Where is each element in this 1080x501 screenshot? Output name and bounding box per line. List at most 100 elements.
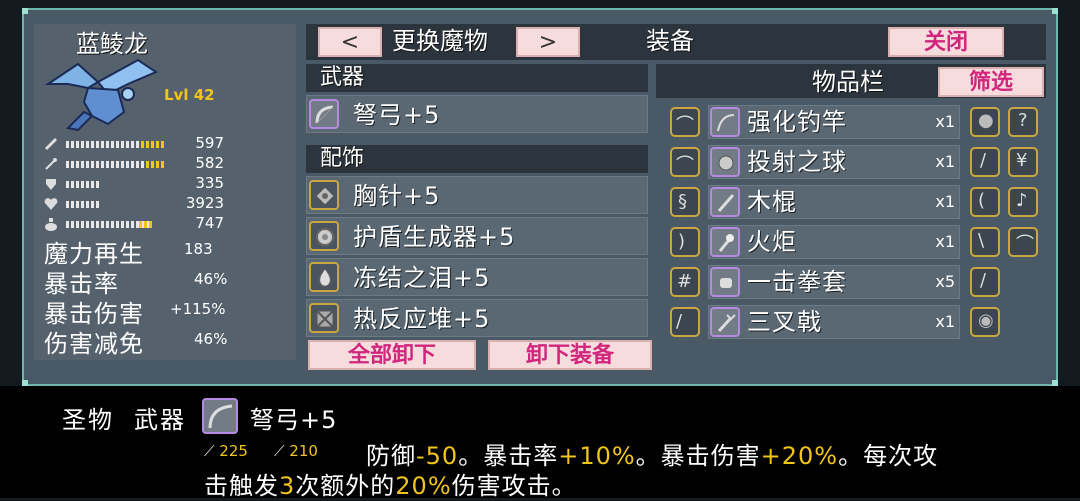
desc-text: 次额外的 — [295, 472, 396, 500]
stat-value: 46% — [194, 330, 228, 348]
stat-health: 3923 — [44, 194, 224, 215]
tooltip-category: 圣物 — [62, 406, 114, 434]
inventory-slot[interactable]: § — [670, 187, 700, 217]
tooltip-description-line2: 击触发3次额外的20%伤害攻击。 — [204, 466, 577, 501]
beast-icon: # — [677, 271, 693, 292]
inventory-item-count: x1 — [935, 232, 955, 251]
inventory-slot[interactable]: ⌒ — [670, 147, 700, 177]
monster-panel: 蓝鲮龙 Lvl 42 597 582 335 3923 747 魔力再生 183… — [34, 24, 296, 360]
crossbow-icon — [309, 99, 339, 129]
stat-value: 335 — [195, 174, 224, 192]
trident-icon — [710, 307, 740, 337]
pen-icon: / — [980, 150, 987, 171]
brooch-icon — [309, 180, 339, 210]
desc-text: 。暴击伤害 — [635, 442, 761, 470]
stat-attack: 597 — [44, 134, 224, 152]
inventory-slot[interactable]: ¥ — [1008, 147, 1038, 177]
inventory-slot[interactable]: ? — [1008, 107, 1038, 137]
prev-monster-button[interactable]: < — [318, 27, 382, 57]
cactus-icon: ¥ — [1016, 150, 1028, 171]
stat-value: 183 — [184, 240, 213, 258]
accessory-slot[interactable]: 冻结之泪+5 — [306, 258, 648, 296]
tooltip-magic-value: 210 — [289, 442, 318, 460]
inventory-item[interactable]: 投射之球 x1 — [708, 145, 960, 179]
accessory-label: 胸针+5 — [353, 182, 441, 210]
inventory-slot[interactable]: ♪ — [1008, 187, 1038, 217]
change-monster-label: 更换魔物 — [392, 27, 488, 55]
inventory-item[interactable]: 强化钓竿 x1 — [708, 105, 960, 139]
inventory-slot[interactable]: ⌒ — [670, 107, 700, 137]
crossbow-icon — [202, 398, 238, 434]
bow-icon: ⌒ — [1016, 234, 1034, 255]
accessory-slot[interactable]: 胸针+5 — [306, 176, 648, 214]
inventory-slot[interactable]: \ — [970, 227, 1000, 257]
creature-icon: § — [678, 191, 687, 212]
inventory-item-label: 强化钓竿 — [747, 108, 847, 136]
weapon-header-label: 武器 — [320, 65, 365, 90]
unequip-button[interactable]: 卸下装备 — [488, 340, 652, 370]
shield-icon — [44, 176, 58, 195]
accessory-slot[interactable]: 热反应堆+5 — [306, 299, 648, 337]
inventory-item[interactable]: 一击拳套 x5 — [708, 265, 960, 299]
stat-value: 597 — [195, 134, 224, 152]
tooltip-item-name: 弩弓+5 — [250, 406, 338, 434]
reactor-icon — [309, 303, 339, 333]
inventory-item-count: x1 — [935, 312, 955, 331]
accessory-label: 冻结之泪+5 — [353, 264, 491, 292]
inventory-item[interactable]: 三叉戟 x1 — [708, 305, 960, 339]
stat-value: +115% — [170, 300, 226, 318]
inventory-slot[interactable]: ( — [970, 187, 1000, 217]
desc-highlight: 3 — [279, 472, 296, 500]
inventory-slot[interactable]: ⌒ — [1008, 227, 1038, 257]
inventory-slot[interactable]: ● — [970, 107, 1000, 137]
club-icon: / — [980, 270, 987, 291]
inventory-slot[interactable]: / — [670, 307, 700, 337]
stick-icon — [710, 187, 740, 217]
inventory-slot[interactable]: ◉ — [970, 307, 1000, 337]
wand-icon — [44, 156, 58, 175]
weapon-label: 弩弓+5 — [353, 101, 441, 129]
ball-icon: ● — [978, 110, 994, 131]
weapon-header: 武器 — [306, 64, 648, 92]
monster-level: Lvl 42 — [164, 86, 215, 104]
inventory-item-count: x1 — [935, 112, 955, 131]
hook-icon: ? — [1018, 110, 1028, 131]
microphone-icon: ♪ — [1016, 190, 1028, 211]
accessory-slot[interactable]: 护盾生成器+5 — [306, 217, 648, 255]
weapon-slot[interactable]: 弩弓+5 — [306, 95, 648, 133]
inventory-item-label: 投射之球 — [747, 148, 847, 176]
stat-defense: 335 — [44, 174, 224, 195]
tooltip-type: 武器 — [134, 406, 186, 434]
unequip-all-button[interactable]: 全部卸下 — [308, 340, 476, 370]
accessory-label: 热反应堆+5 — [353, 305, 491, 333]
inventory-item-count: x5 — [935, 272, 955, 291]
heart-icon — [44, 196, 58, 215]
flask-icon — [44, 216, 58, 235]
filter-button[interactable]: 筛选 — [938, 67, 1044, 97]
desc-text: 。每次攻 — [838, 442, 939, 470]
stat-value: 46% — [194, 270, 228, 288]
stat-value: 747 — [195, 214, 224, 232]
blade-icon: \ — [978, 230, 985, 251]
leaf-icon: / — [676, 311, 683, 332]
harp-icon: ) — [678, 231, 686, 252]
inventory-item-label: 一击拳套 — [747, 268, 847, 296]
inventory-slot[interactable]: / — [970, 147, 1000, 177]
inventory-item-label: 三叉戟 — [747, 308, 822, 336]
orb-icon — [710, 147, 740, 177]
extra-stats: 魔力再生 183 暴击率 46% 暴击伤害 +115% 伤害减免 46% — [44, 234, 288, 358]
stat-mana: 747 — [44, 214, 224, 235]
inventory-item[interactable]: 火炬 x1 — [708, 225, 960, 259]
inventory-slot[interactable]: # — [670, 267, 700, 297]
next-monster-button[interactable]: > — [516, 27, 580, 57]
inventory-item[interactable]: 木棍 x1 — [708, 185, 960, 219]
stat-magic: 582 — [44, 154, 224, 175]
scythe-icon: ⌒ — [676, 155, 694, 176]
inventory-slot[interactable]: / — [970, 267, 1000, 297]
desc-text: 伤害攻击。 — [451, 472, 577, 500]
desc-text: 击触发 — [204, 472, 279, 500]
accessory-label: 护盾生成器+5 — [353, 223, 516, 251]
inventory-slot[interactable]: ) — [670, 227, 700, 257]
equipment-title: 装备 — [646, 27, 694, 55]
close-button[interactable]: 关闭 — [888, 27, 1004, 57]
